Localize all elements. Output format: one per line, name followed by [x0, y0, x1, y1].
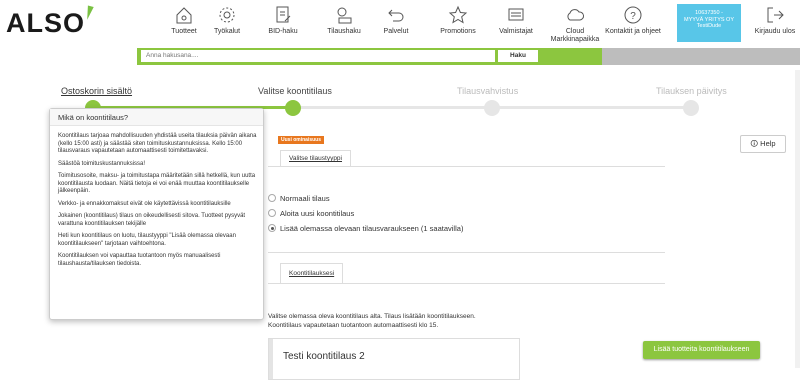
radio-label: Aloita uusi koontitilaus	[280, 209, 355, 218]
card-accent-bar	[269, 339, 273, 379]
popover-title: Mikä on koontitilaus?	[50, 109, 263, 126]
nav-label: BID-haku	[268, 28, 298, 35]
radio-normal-order[interactable]: Normaali tilaus	[268, 194, 330, 203]
popover-paragraph: Koontitilauksen voi vapauttaa tuotantoon…	[58, 253, 221, 267]
radio-button[interactable]	[268, 194, 276, 203]
radio-button[interactable]	[268, 209, 276, 218]
step-order-update: Tilauksen päivitys	[656, 86, 727, 96]
step-cart-contents[interactable]: Ostoskorin sisältö	[61, 86, 132, 96]
nav-cloud-markkinapaikka[interactable]: Cloud Markkinapaikka	[545, 4, 605, 44]
user-account-box[interactable]: 10637350 - MYYVÄ YRITYS OY TestiDude	[677, 4, 741, 42]
scrollbar[interactable]	[795, 70, 800, 368]
top-header: ALSO Tuotteet Työkalut BID-haku Tilausha…	[0, 0, 800, 45]
nav-palvelut[interactable]: Palvelut	[366, 4, 426, 36]
tab-combined-orders-label: Koontitilauksesi	[289, 270, 335, 277]
home-icon	[176, 7, 192, 24]
gear-icon	[219, 7, 235, 23]
nav-label: Kontaktit ja ohjeet	[605, 28, 661, 35]
help-circle-icon: ?	[624, 6, 642, 24]
search-button[interactable]: Haku	[498, 50, 538, 62]
nav-label: Työkalut	[213, 28, 241, 35]
logo-accent-icon	[84, 5, 94, 21]
info-line-1: Valitse olemassa oleva koontitilaus alta…	[268, 313, 476, 320]
popover-paragraph: Jokainen (koontitilaus) tilaus on oikeud…	[58, 213, 246, 227]
nav-kontaktit[interactable]: ? Kontaktit ja ohjeet	[603, 4, 663, 36]
popover-paragraph: Toimitusosoite, maksu- ja toimitustapa m…	[58, 173, 256, 194]
radio-label: Lisää olemassa olevaan tilausvaraukseen …	[280, 224, 464, 233]
section-divider	[268, 252, 665, 253]
help-button[interactable]: 🛈 Help	[740, 135, 786, 153]
step-dot-3	[484, 100, 500, 116]
radio-new-combined-order[interactable]: Aloita uusi koontitilaus	[268, 209, 354, 218]
also-logo[interactable]: ALSO	[6, 8, 85, 39]
info-icon: 🛈	[750, 139, 759, 148]
logout-icon	[767, 7, 784, 23]
tracking-icon	[337, 7, 352, 24]
nav-label: Promotions	[440, 28, 476, 35]
combined-order-info: Valitse olemassa oleva koontitilaus alta…	[268, 313, 476, 330]
nav-tilaushaku[interactable]: Tilaushaku	[314, 4, 374, 36]
popover-paragraph: Koontitilaus tarjoaa mahdollisuuden yhdi…	[58, 133, 257, 154]
step-order-confirmation: Tilausvahvistus	[457, 86, 519, 96]
nav-label: Palvelut	[383, 28, 409, 35]
star-icon	[448, 5, 468, 24]
tab-divider	[268, 166, 665, 167]
radio-label: Normaali tilaus	[280, 194, 330, 203]
logout-label: Kirjaudu ulos	[754, 28, 796, 35]
nav-valmistajat[interactable]: Valmistajat	[486, 4, 546, 36]
nav-tyokalut[interactable]: Työkalut	[197, 4, 257, 36]
popover-body: Koontitilaus tarjoaa mahdollisuuden yhdi…	[58, 133, 258, 273]
document-edit-icon	[276, 6, 291, 23]
combined-order-popover: Mikä on koontitilaus? Koontitilaus tarjo…	[49, 108, 264, 320]
add-to-combined-order-button[interactable]: Lisää tuotteita koontitilaukseen	[643, 341, 760, 359]
combined-order-card[interactable]: Testi koontitilaus 2	[268, 338, 520, 380]
tab-order-type-label: Valitse tilaustyyppi	[289, 155, 342, 162]
popover-paragraph: Säästöä toimituskustannuksissa!	[58, 160, 146, 167]
popover-paragraph: Heti kun koontitilaus on luotu, tilausty…	[58, 233, 236, 247]
tab-combined-orders[interactable]: Koontitilauksesi	[280, 263, 344, 283]
tab-divider	[268, 283, 665, 284]
tab-order-type[interactable]: Valitse tilaustyyppi	[280, 150, 351, 166]
new-feature-badge: Uusi ominaisuus	[278, 136, 325, 144]
order-title: Testi koontitilaus 2	[283, 351, 365, 362]
user-name: TestiDude	[696, 23, 722, 29]
nav-label: Valmistajat	[499, 28, 533, 35]
cloud-icon	[567, 9, 584, 21]
nav-bid-haku[interactable]: BID-haku	[253, 4, 313, 36]
step-dot-4	[683, 100, 699, 116]
popover-paragraph: Verkko- ja ennakkomaksut eivät ole käyte…	[58, 200, 231, 207]
help-label: Help	[760, 139, 776, 148]
svg-text:?: ?	[630, 11, 636, 22]
monitor-icon	[508, 8, 524, 21]
logout-button[interactable]: Kirjaudu ulos	[752, 4, 798, 35]
info-line-2: Koontitilaus vapautetaan tuotantoon auto…	[268, 321, 439, 329]
nav-label: Tilaushaku	[327, 28, 361, 35]
nav-label: Cloud Markkinapaikka	[550, 28, 600, 43]
search-input[interactable]	[141, 50, 495, 62]
step-select-order: Valitse koontitilaus	[258, 86, 332, 96]
return-arrow-icon	[388, 9, 404, 22]
search-bar-filler	[602, 48, 800, 65]
step-dot-2	[285, 100, 301, 116]
nav-promotions[interactable]: Promotions	[428, 4, 488, 36]
radio-button-selected[interactable]	[268, 224, 276, 233]
radio-add-existing-order[interactable]: Lisää olemassa olevaan tilausvaraukseen …	[268, 224, 463, 233]
